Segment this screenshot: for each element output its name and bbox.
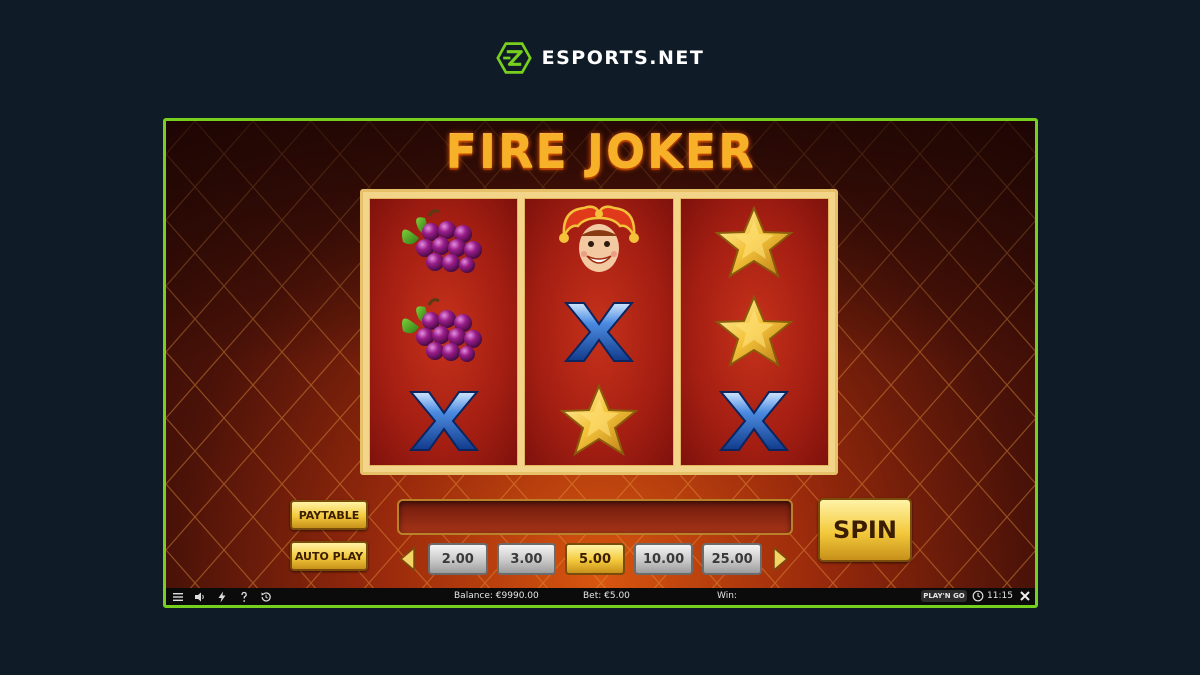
game-title: FIRE JOKER — [445, 125, 756, 179]
help-icon[interactable] — [238, 591, 250, 603]
bet-option[interactable]: 2.00 — [428, 543, 488, 575]
esports-logo-icon — [495, 42, 532, 74]
blue-x-icon — [544, 291, 654, 373]
brand-name: ESPORTS.NET — [541, 47, 705, 69]
sound-icon[interactable] — [194, 591, 206, 603]
game-frame: FIRE JOKER PAYTABLE AUTO PLAY SPIN 2.00 … — [163, 118, 1038, 608]
gold-star-icon — [699, 202, 809, 284]
bet-option-selected[interactable]: 5.00 — [565, 543, 625, 575]
reel-grid — [360, 189, 838, 475]
paytable-button[interactable]: PAYTABLE — [290, 500, 368, 530]
grapes-icon — [389, 291, 499, 373]
menu-icon[interactable] — [172, 591, 184, 603]
bet-display: Bet: €5.00 — [583, 591, 630, 601]
turbo-icon[interactable] — [216, 591, 228, 603]
bet-option[interactable]: 3.00 — [496, 543, 557, 575]
autoplay-button[interactable]: AUTO PLAY — [290, 541, 368, 571]
joker-icon — [544, 202, 654, 284]
message-bar — [397, 499, 793, 535]
balance-display: Balance: €9990.00 — [454, 591, 539, 601]
bet-selector: 2.00 3.00 5.00 10.00 25.00 — [428, 543, 762, 575]
blue-x-icon — [389, 380, 499, 462]
close-icon[interactable] — [1018, 589, 1032, 603]
clock-icon — [972, 590, 984, 602]
bet-option[interactable]: 25.00 — [702, 543, 762, 575]
provider-logo: PLAY'N GO — [921, 590, 967, 602]
history-icon[interactable] — [260, 591, 272, 603]
status-bar: Balance: €9990.00 Bet: €5.00 Win: PLAY'N… — [166, 588, 1035, 605]
bet-increase-arrow-icon[interactable] — [770, 545, 790, 573]
grapes-icon — [389, 202, 499, 284]
win-display: Win: — [717, 591, 737, 601]
bet-decrease-arrow-icon[interactable] — [398, 545, 418, 573]
brand-header: ESPORTS.NET — [0, 38, 1200, 78]
reel-2 — [524, 198, 674, 466]
gold-star-icon — [699, 291, 809, 373]
spin-button[interactable]: SPIN — [818, 498, 912, 562]
bet-option[interactable]: 10.00 — [633, 543, 694, 575]
status-bar-icons — [172, 588, 272, 605]
reel-3 — [679, 198, 829, 466]
gold-star-icon — [544, 380, 654, 462]
reel-1 — [369, 198, 519, 466]
blue-x-icon — [699, 380, 809, 462]
clock-time: 11:15 — [987, 591, 1013, 601]
